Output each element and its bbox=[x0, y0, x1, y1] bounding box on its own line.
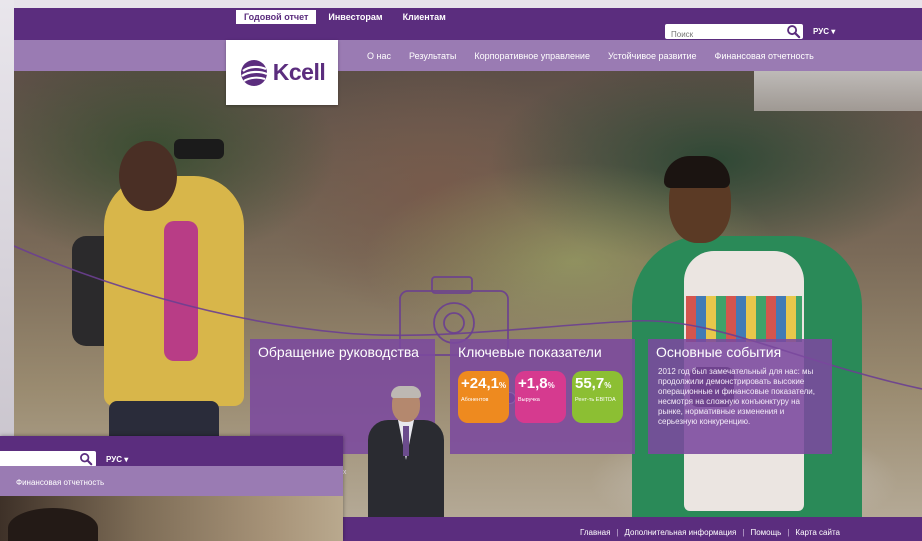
chevron-down-icon: ▾ bbox=[831, 27, 836, 36]
executive-photo bbox=[368, 386, 444, 520]
kcell-logo-icon bbox=[240, 59, 268, 86]
footer-separator: | bbox=[787, 528, 790, 537]
kpi-subscribers-label: Абонентов bbox=[461, 397, 489, 403]
zoom-search-box[interactable] bbox=[0, 451, 96, 467]
main-nav: О нас Результаты Корпоративное управлени… bbox=[358, 40, 823, 71]
kpi-subscribers-value: +24,1% bbox=[461, 375, 507, 392]
tile-key-events-title: Основные события bbox=[656, 344, 782, 360]
tile-key-indicators[interactable]: Ключевые показатели +24,1% Абонентов +1,… bbox=[450, 339, 635, 454]
tile-key-events-text: 2012 год был замечательный для нас: мы п… bbox=[658, 367, 815, 426]
logo-text: Kcell bbox=[272, 59, 326, 85]
nav-item-governance[interactable]: Корпоративное управление bbox=[465, 51, 599, 61]
tile-key-events[interactable]: Основные события 2012 год был замечатель… bbox=[648, 339, 832, 454]
top-link-annual-report[interactable]: Годовой отчет bbox=[236, 10, 317, 24]
zoomed-header-snippet: РУС ▾ Финансовая отчетность bbox=[0, 436, 343, 541]
main-nav-bar: О нас Результаты Корпоративное управлени… bbox=[14, 40, 922, 71]
kpi-ebitda-label: Рент-ть EBITDA bbox=[575, 397, 616, 403]
search-box bbox=[665, 24, 803, 42]
executive-tie bbox=[403, 426, 409, 456]
top-links: Годовой отчет Инвесторам Клиентам bbox=[236, 10, 454, 24]
top-link-clients[interactable]: Клиентам bbox=[395, 10, 454, 24]
kpi-revenue-label: Выручка bbox=[518, 397, 540, 403]
nav-item-results[interactable]: Результаты bbox=[400, 51, 465, 61]
footer-separator: | bbox=[742, 528, 745, 537]
zoom-nav-bar: Финансовая отчетность bbox=[0, 466, 343, 496]
zoom-nav-item-financials[interactable]: Финансовая отчетность bbox=[16, 478, 104, 487]
footer-links: Главная | Дополнительная информация | По… bbox=[580, 528, 840, 537]
zoom-photo-hair bbox=[8, 508, 98, 541]
footer-link-sitemap[interactable]: Карта сайта bbox=[795, 528, 840, 537]
kpi-revenue: +1,8% Выручка bbox=[515, 371, 566, 423]
nav-item-sustainability[interactable]: Устойчивое развитие bbox=[599, 51, 706, 61]
search-icon[interactable] bbox=[786, 24, 801, 39]
kpi-subscribers: +24,1% Абонентов bbox=[458, 371, 509, 423]
zoom-language-selector[interactable]: РУС ▾ bbox=[106, 455, 128, 464]
footer-link-home[interactable]: Главная bbox=[580, 528, 610, 537]
nav-item-financials[interactable]: Финансовая отчетность bbox=[706, 51, 823, 61]
executive-hair bbox=[391, 386, 421, 398]
screenshot-canvas: Годовой отчет Инвесторам Клиентам РУС ▾ … bbox=[0, 0, 922, 541]
footer-link-help[interactable]: Помощь bbox=[750, 528, 781, 537]
zoom-top-bar: РУС ▾ bbox=[0, 436, 343, 467]
chevron-down-icon: ▾ bbox=[124, 455, 129, 464]
language-label: РУС bbox=[813, 27, 829, 36]
footer-separator: | bbox=[616, 528, 619, 537]
kpi-ebitda-value: 55,7% bbox=[575, 375, 612, 392]
search-icon[interactable] bbox=[79, 452, 93, 466]
footer-link-more-info[interactable]: Дополнительная информация bbox=[625, 528, 737, 537]
language-selector[interactable]: РУС ▾ bbox=[813, 27, 835, 36]
tile-management-title: Обращение руководства bbox=[258, 344, 419, 360]
tile-key-indicators-title: Ключевые показатели bbox=[458, 344, 602, 360]
kcell-logo[interactable]: Kcell bbox=[226, 40, 338, 105]
zoom-language-label: РУС bbox=[106, 455, 122, 464]
kpi-list: +24,1% Абонентов +1,8% Выручка 55,7% Рен… bbox=[458, 371, 623, 423]
top-bar: Годовой отчет Инвесторам Клиентам РУС ▾ bbox=[14, 8, 922, 42]
kpi-revenue-value: +1,8% bbox=[518, 375, 555, 392]
kpi-ebitda: 55,7% Рент-ть EBITDA bbox=[572, 371, 623, 423]
nav-item-about[interactable]: О нас bbox=[358, 51, 400, 61]
top-link-investors[interactable]: Инвесторам bbox=[320, 10, 390, 24]
